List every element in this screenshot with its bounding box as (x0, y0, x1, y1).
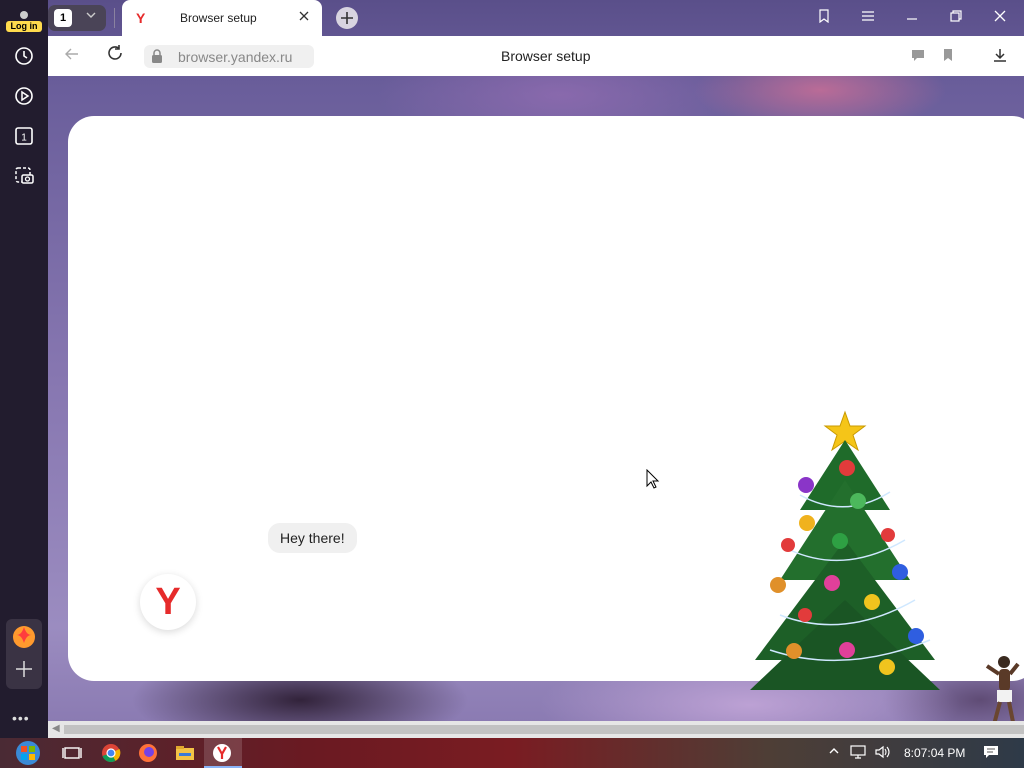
yandex-favicon-icon: Y (136, 10, 146, 26)
tab-browser-setup[interactable]: Y Browser setup (122, 0, 322, 36)
yandex-icon[interactable] (212, 743, 232, 763)
tab-count: 1 (54, 9, 72, 27)
browser-sidebar: Log in 1 ••• (0, 0, 48, 738)
download-icon[interactable] (992, 47, 1008, 63)
zen-button[interactable] (12, 625, 36, 649)
minimize-icon (907, 18, 917, 20)
plus-icon (341, 12, 353, 24)
zen-icon (13, 626, 35, 648)
explorer-icon[interactable] (175, 743, 195, 763)
restore-icon (950, 10, 962, 22)
tab-separator (114, 8, 115, 28)
camera-icon (15, 167, 34, 184)
network-icon[interactable] (850, 745, 866, 762)
firefox-icon[interactable] (138, 743, 158, 763)
start-button[interactable] (10, 741, 46, 765)
menu-button[interactable] (858, 9, 878, 26)
restore-button[interactable] (946, 9, 966, 26)
tab-count-button[interactable]: 1 (48, 5, 106, 31)
yandex-logo: Y (140, 574, 196, 630)
login-badge[interactable]: Log in (6, 21, 42, 32)
play-icon (15, 87, 33, 105)
tab-count-icon: 1 (15, 127, 33, 145)
url-field[interactable]: browser.yandex.ru (144, 45, 314, 68)
add-widget-button[interactable] (14, 659, 34, 679)
tabs-button[interactable]: 1 (8, 120, 40, 152)
notification-icon[interactable] (983, 745, 999, 762)
minimize-button[interactable] (902, 9, 922, 26)
volume-icon[interactable] (874, 745, 890, 762)
bookmarks-icon (819, 9, 829, 24)
greeting-bubble: Hey there! (268, 523, 357, 553)
chrome-icon[interactable] (101, 743, 121, 763)
bookmark-icon[interactable] (940, 47, 956, 63)
new-tab-button[interactable] (336, 7, 358, 29)
media-button[interactable] (8, 80, 40, 112)
mouse-cursor-icon (646, 469, 660, 489)
page-title: Browser setup (501, 48, 591, 64)
scrollbar-thumb[interactable] (64, 725, 1024, 734)
menu-icon (862, 11, 874, 21)
plus-icon (16, 661, 32, 677)
back-button[interactable] (64, 46, 80, 67)
tab-strip: 1 Y Browser setup (48, 0, 1024, 36)
lock-icon (152, 49, 162, 63)
windows-taskbar: 8:07:04 PM (0, 738, 1024, 768)
history-button[interactable] (8, 40, 40, 72)
tab-title: Browser setup (180, 11, 257, 25)
url-text: browser.yandex.ru (178, 49, 293, 65)
scroll-left-icon[interactable]: ◀ (52, 723, 60, 734)
tab-close-icon[interactable] (298, 9, 310, 25)
more-button[interactable]: ••• (12, 710, 30, 726)
close-icon (994, 10, 1006, 22)
clock-icon (15, 47, 33, 65)
sidebar-widgets (6, 619, 42, 689)
arrow-left-icon (65, 48, 78, 60)
horizontal-scrollbar[interactable]: ◀ (48, 721, 1024, 738)
chevron-down-icon (86, 10, 96, 23)
address-bar: browser.yandex.ru Browser setup (48, 36, 1024, 76)
christmas-tree-image (750, 410, 940, 690)
svg-text:1: 1 (21, 133, 27, 144)
reload-icon (108, 45, 122, 60)
bookmarks-button[interactable] (814, 9, 834, 26)
close-window-button[interactable] (990, 9, 1010, 26)
tray-chevron-up-icon[interactable] (828, 745, 840, 760)
task-view-icon[interactable] (62, 743, 82, 763)
reload-button[interactable] (106, 44, 124, 67)
screenshot-button[interactable] (8, 160, 40, 192)
taskbar-clock[interactable]: 8:07:04 PM (904, 746, 965, 760)
comment-icon[interactable] (910, 47, 926, 63)
